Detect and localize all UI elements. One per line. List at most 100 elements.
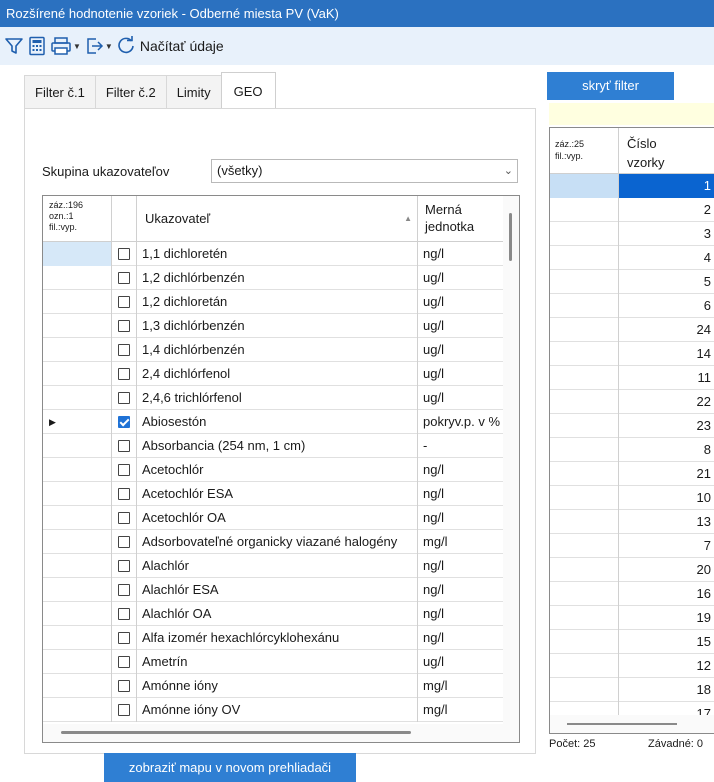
row-checkbox-cell[interactable]: [112, 482, 137, 506]
table-row[interactable]: Acetochlór ng/l: [43, 458, 519, 482]
table-row[interactable]: 22: [550, 390, 714, 414]
row-indicator-cell[interactable]: [43, 530, 112, 554]
row-indicator-cell[interactable]: [550, 558, 619, 582]
row-checkbox-cell[interactable]: [112, 458, 137, 482]
filter-button[interactable]: [4, 32, 24, 60]
row-indicator-cell[interactable]: [550, 366, 619, 390]
open-map-button[interactable]: zobraziť mapu v novom prehliadači: [104, 753, 356, 782]
row-indicator-cell[interactable]: [43, 674, 112, 698]
table-row[interactable]: 6: [550, 294, 714, 318]
table-row[interactable]: ▶ Abiosestón pokryv.p. v %: [43, 410, 519, 434]
row-checkbox-cell[interactable]: [112, 386, 137, 410]
row-indicator-cell[interactable]: [550, 174, 619, 198]
row-checkbox[interactable]: [118, 608, 130, 620]
sample-horizontal-scrollbar[interactable]: [550, 715, 714, 733]
row-indicator-cell[interactable]: [43, 458, 112, 482]
table-row[interactable]: 2,4 dichlórfenol ug/l: [43, 362, 519, 386]
row-indicator-cell[interactable]: [550, 390, 619, 414]
table-row[interactable]: 3: [550, 222, 714, 246]
row-checkbox-cell[interactable]: [112, 266, 137, 290]
scrollbar-thumb[interactable]: [509, 213, 512, 261]
row-indicator-cell[interactable]: [43, 434, 112, 458]
row-indicator-cell[interactable]: [550, 222, 619, 246]
tab-filter-2[interactable]: Filter č.2: [94, 75, 167, 109]
row-indicator-cell[interactable]: [43, 338, 112, 362]
table-row[interactable]: 18: [550, 678, 714, 702]
table-row[interactable]: 4: [550, 246, 714, 270]
table-row[interactable]: Absorbancia (254 nm, 1 cm) -: [43, 434, 519, 458]
column-header-indicator[interactable]: Ukazovateľ ▲: [137, 196, 418, 242]
table-row[interactable]: Alachlór ng/l: [43, 554, 519, 578]
row-checkbox-cell[interactable]: [112, 314, 137, 338]
scrollbar-thumb[interactable]: [567, 723, 677, 725]
indicator-group-select[interactable]: (všetky) ⌄: [211, 159, 518, 183]
row-checkbox[interactable]: [118, 656, 130, 668]
row-indicator-cell[interactable]: [43, 602, 112, 626]
table-row[interactable]: 24: [550, 318, 714, 342]
row-checkbox-cell[interactable]: [112, 578, 137, 602]
tab-filter-1[interactable]: Filter č.1: [24, 75, 96, 109]
row-indicator-cell[interactable]: [550, 246, 619, 270]
row-indicator-cell[interactable]: [550, 654, 619, 678]
table-row[interactable]: 8: [550, 438, 714, 462]
row-checkbox-cell[interactable]: [112, 698, 137, 722]
row-indicator-cell[interactable]: [43, 650, 112, 674]
table-row[interactable]: 2,4,6 trichlórfenol ug/l: [43, 386, 519, 410]
table-row[interactable]: Acetochlór ESA ng/l: [43, 482, 519, 506]
table-row[interactable]: 1,1 dichloretén ng/l: [43, 242, 519, 266]
column-header-sample-number[interactable]: Číslo vzorky: [619, 128, 714, 174]
row-indicator-cell[interactable]: [43, 314, 112, 338]
row-indicator-cell[interactable]: [43, 482, 112, 506]
row-checkbox[interactable]: [118, 488, 130, 500]
row-indicator-cell[interactable]: [550, 534, 619, 558]
row-indicator-cell[interactable]: [550, 486, 619, 510]
row-indicator-cell[interactable]: [43, 554, 112, 578]
row-checkbox-cell[interactable]: [112, 602, 137, 626]
table-row[interactable]: 7: [550, 534, 714, 558]
row-indicator-cell[interactable]: [43, 578, 112, 602]
table-row[interactable]: 1: [550, 174, 714, 198]
row-checkbox[interactable]: [118, 584, 130, 596]
row-indicator-cell[interactable]: [550, 630, 619, 654]
row-indicator-cell[interactable]: [550, 510, 619, 534]
row-indicator-cell[interactable]: [43, 362, 112, 386]
vertical-scrollbar[interactable]: [503, 196, 519, 724]
table-row[interactable]: Alachlór ESA ng/l: [43, 578, 519, 602]
table-row[interactable]: 1,3 dichlórbenzén ug/l: [43, 314, 519, 338]
row-checkbox-cell[interactable]: [112, 242, 137, 266]
row-indicator-cell[interactable]: [43, 242, 112, 266]
row-checkbox[interactable]: [118, 560, 130, 572]
table-row[interactable]: Ametrín ug/l: [43, 650, 519, 674]
table-row[interactable]: 1,2 dichloretán ug/l: [43, 290, 519, 314]
table-row[interactable]: 11: [550, 366, 714, 390]
table-row[interactable]: 1,4 dichlórbenzén ug/l: [43, 338, 519, 362]
table-row[interactable]: Amónne ióny mg/l: [43, 674, 519, 698]
checkbox-column-header[interactable]: [112, 196, 137, 242]
table-row[interactable]: Amónne ióny OV mg/l: [43, 698, 519, 722]
row-indicator-cell[interactable]: [550, 414, 619, 438]
row-checkbox[interactable]: [118, 440, 130, 452]
row-checkbox[interactable]: [118, 512, 130, 524]
tab-limits[interactable]: Limity: [165, 75, 222, 109]
row-checkbox-cell[interactable]: [112, 674, 137, 698]
row-indicator-cell[interactable]: [43, 506, 112, 530]
row-checkbox-cell[interactable]: [112, 410, 137, 434]
export-button[interactable]: ▼: [84, 32, 113, 60]
row-checkbox[interactable]: [118, 680, 130, 692]
row-indicator-cell[interactable]: ▶: [43, 410, 112, 434]
row-indicator-cell[interactable]: [550, 462, 619, 486]
table-row[interactable]: 20: [550, 558, 714, 582]
table-row[interactable]: 21: [550, 462, 714, 486]
row-checkbox[interactable]: [118, 296, 130, 308]
hide-filter-button[interactable]: skryť filter: [547, 72, 674, 100]
table-row[interactable]: Adsorbovateľné organicky viazané halogén…: [43, 530, 519, 554]
row-indicator-cell[interactable]: [43, 386, 112, 410]
table-row[interactable]: Alfa izomér hexachlórcyklohexánu ng/l: [43, 626, 519, 650]
row-indicator-cell[interactable]: [550, 294, 619, 318]
row-checkbox[interactable]: [118, 272, 130, 284]
table-row[interactable]: 1,2 dichlórbenzén ug/l: [43, 266, 519, 290]
table-row[interactable]: 5: [550, 270, 714, 294]
calculator-button[interactable]: [27, 32, 47, 60]
row-checkbox-cell[interactable]: [112, 626, 137, 650]
row-checkbox-cell[interactable]: [112, 530, 137, 554]
